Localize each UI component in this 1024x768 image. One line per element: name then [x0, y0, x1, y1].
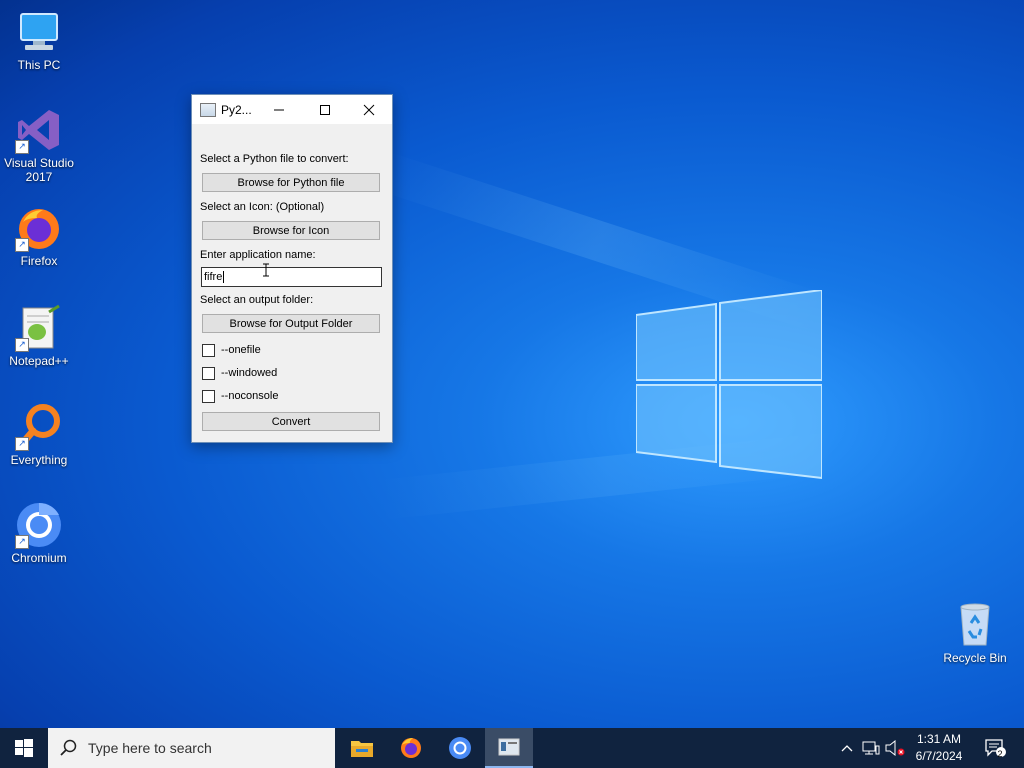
- desktop-icon-recycle-bin[interactable]: Recycle Bin: [937, 601, 1013, 665]
- shortcut-arrow-icon: ↗: [15, 238, 29, 252]
- recycle-bin-icon: [951, 601, 999, 649]
- shortcut-arrow-icon: ↗: [15, 140, 29, 154]
- search-icon: [60, 739, 77, 756]
- browse-icon-button[interactable]: Browse for Icon: [202, 221, 380, 240]
- desktop-icon-everything[interactable]: ↗ Everything: [1, 403, 77, 467]
- maximize-icon: [320, 104, 330, 115]
- shortcut-arrow-icon: ↗: [15, 437, 29, 451]
- onefile-checkbox[interactable]: [202, 343, 215, 357]
- chevron-up-icon: [841, 745, 853, 752]
- notification-count-badge: 2: [997, 749, 1003, 759]
- noconsole-checkbox[interactable]: [202, 389, 215, 403]
- visual-studio-icon: ↗: [15, 106, 63, 154]
- close-icon: [363, 104, 375, 115]
- notepad-plus-plus-icon: ↗: [15, 304, 63, 352]
- output-folder-label: Select an output folder:: [200, 294, 314, 306]
- shortcut-arrow-icon: ↗: [15, 535, 29, 549]
- application-name-input[interactable]: fifre: [201, 267, 382, 287]
- select-icon-label: Select an Icon: (Optional): [200, 201, 325, 213]
- application-name-label: Enter application name:: [200, 249, 316, 261]
- windowed-label: --windowed: [221, 367, 278, 379]
- select-python-file-label: Select a Python file to convert:: [200, 153, 349, 165]
- desktop-icon-notepad-plus-plus[interactable]: ↗ Notepad++: [1, 304, 77, 368]
- taskbar-py2exe-app[interactable]: [485, 728, 533, 768]
- desktop-icon-label: Recycle Bin: [943, 651, 1007, 665]
- noconsole-label: --noconsole: [221, 390, 279, 402]
- windows-logo-wallpaper: [636, 290, 822, 480]
- app-window-icon: [200, 103, 216, 117]
- windows-start-icon: [15, 739, 33, 757]
- noconsole-checkbox-row[interactable]: --noconsole: [202, 389, 278, 403]
- window-titlebar[interactable]: Py2...: [192, 95, 392, 124]
- clock-time: 1:31 AM: [916, 732, 962, 746]
- browse-python-file-button[interactable]: Browse for Python file: [202, 173, 380, 192]
- taskbar-chromium[interactable]: [436, 728, 484, 768]
- window-title: Py2...: [221, 103, 252, 117]
- convert-button[interactable]: Convert: [202, 412, 380, 431]
- desktop-icon-firefox[interactable]: ↗ Firefox: [1, 204, 77, 268]
- text-cursor-icon: [263, 263, 269, 277]
- taskbar-search-box[interactable]: Type here to search: [48, 728, 335, 768]
- text-caret: [223, 271, 225, 284]
- action-center-button[interactable]: 2: [980, 728, 1010, 768]
- start-button[interactable]: [0, 728, 48, 768]
- close-button[interactable]: [346, 95, 392, 124]
- firefox-icon: [401, 738, 421, 758]
- desktop-icon-label: This PC: [17, 58, 61, 72]
- volume-muted-icon: [885, 740, 905, 756]
- onefile-label: --onefile: [221, 344, 261, 356]
- network-icon: [862, 741, 880, 755]
- desktop-icon-label: Visual Studio 2017: [4, 156, 74, 184]
- folder-icon: [351, 741, 373, 757]
- show-hidden-icons-button[interactable]: [838, 728, 856, 768]
- everything-search-icon: ↗: [15, 403, 63, 451]
- minimize-button[interactable]: [256, 95, 302, 124]
- desktop-icon-label: Chromium: [11, 551, 67, 565]
- desktop-icon-this-pc[interactable]: This PC: [1, 8, 77, 72]
- shortcut-arrow-icon: ↗: [15, 338, 29, 352]
- taskbar-clock[interactable]: 1:31 AM 6/7/2024: [906, 731, 972, 765]
- desktop-icon-label: Everything: [10, 453, 68, 467]
- onefile-checkbox-row[interactable]: --onefile: [202, 343, 261, 357]
- desktop-icon-chromium[interactable]: ↗ Chromium: [1, 501, 77, 565]
- computer-icon: [15, 8, 63, 56]
- windowed-checkbox[interactable]: [202, 366, 215, 380]
- desktop-icon-label: Notepad++: [9, 354, 69, 368]
- chromium-icon: [449, 737, 471, 759]
- taskbar-file-explorer[interactable]: [338, 728, 386, 768]
- browse-output-folder-button[interactable]: Browse for Output Folder: [202, 314, 380, 333]
- clock-date: 6/7/2024: [915, 749, 963, 763]
- py2exe-converter-window[interactable]: Py2... Select a Python file to convert: …: [191, 94, 393, 443]
- application-name-value: fifre: [204, 271, 223, 283]
- app-window-icon: [498, 738, 520, 756]
- taskbar: Type here to search 1:31 AM 6/7/2024 2: [0, 728, 1024, 768]
- taskbar-firefox[interactable]: [387, 728, 435, 768]
- maximize-button[interactable]: [302, 95, 348, 124]
- windowed-checkbox-row[interactable]: --windowed: [202, 366, 277, 380]
- network-status[interactable]: [860, 728, 882, 768]
- desktop-icon-label: Firefox: [20, 254, 58, 268]
- search-placeholder: Type here to search: [88, 740, 212, 756]
- firefox-icon: ↗: [15, 204, 63, 252]
- chromium-icon: ↗: [15, 501, 63, 549]
- volume-control[interactable]: [884, 728, 906, 768]
- desktop-icon-visual-studio[interactable]: ↗ Visual Studio 2017: [1, 106, 77, 184]
- minimize-icon: [274, 109, 284, 110]
